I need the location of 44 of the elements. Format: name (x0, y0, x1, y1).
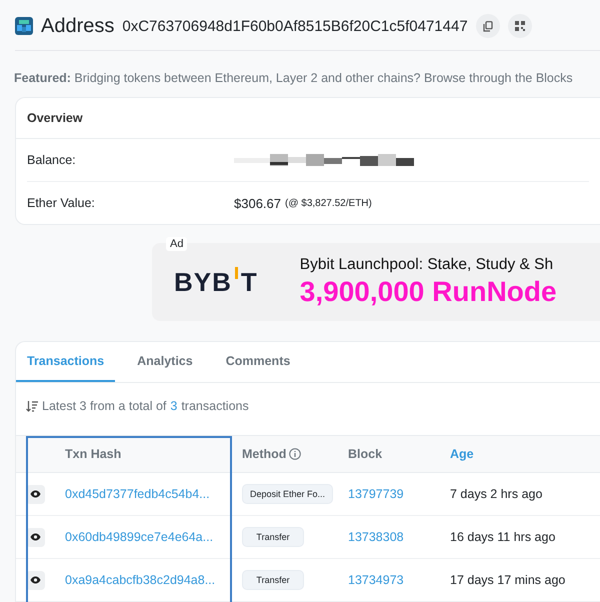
ether-value: $306.67 (234, 196, 281, 210)
column-header: Block (348, 447, 382, 461)
eye-icon (30, 576, 41, 584)
ad-headline: Bybit Launchpool: Stake, Study & Sh (300, 256, 554, 274)
ad-logo: BYB T (174, 266, 258, 298)
copy-icon (482, 20, 493, 32)
method-tag: Transfer (242, 570, 304, 590)
summary-text: Latest 3 from a total of (42, 399, 166, 413)
age-text: 7 days 2 hrs ago (450, 487, 542, 501)
column-header[interactable]: Age (450, 447, 474, 461)
block-link[interactable]: 13734973 (348, 573, 404, 587)
eye-icon (30, 490, 41, 498)
count-link[interactable]: 3 (170, 399, 178, 413)
featured-notice: Featured: Bridging tokens between Ethereum, Layer 2 and other chains? Browse through the Blocks (14, 71, 574, 87)
ad-amount: 3,900,000 RunNode (300, 276, 557, 308)
copy-button[interactable] (476, 14, 500, 38)
ether-price-note: (@ $3,827.52/ETH) (285, 198, 372, 208)
txn-hash-link[interactable]: 0xd45d7377fedb4c54b4... (65, 487, 210, 501)
overview-title: Overview (16, 98, 600, 139)
qr-code-button[interactable] (508, 14, 532, 38)
method-tag: Deposit Ether Fo... (242, 484, 334, 504)
address-text: 0xC763706948d1F60b0Af8515B6f20C1c5f0471447 (122, 18, 468, 34)
column-header: Txn Hash (65, 447, 122, 461)
txn-hash-link[interactable]: 0xa9a4cabcfb38c2d94a8... (65, 573, 216, 587)
field-label: Balance: (27, 153, 77, 167)
ad-label: Ad (166, 237, 188, 251)
tab[interactable]: Transactions (16, 342, 116, 382)
txn-hash-link[interactable]: 0x60db49899ce7e4e64a... (65, 530, 214, 544)
page-title: Address (41, 14, 114, 38)
column-header: Method (242, 447, 286, 461)
block-link[interactable]: 13797739 (348, 487, 404, 501)
qr-code-icon (514, 21, 525, 31)
eye-icon (30, 533, 41, 541)
identicon-icon (15, 17, 33, 35)
field-label: Ether Value: (27, 196, 96, 210)
age-text: 16 days 11 hrs ago (450, 530, 556, 544)
block-link[interactable]: 13738308 (348, 530, 404, 544)
tab[interactable]: Comments (214, 342, 302, 382)
method-tag: Transfer (242, 527, 304, 547)
info-icon (289, 448, 302, 460)
age-text: 17 days 17 mins ago (450, 573, 566, 587)
tab[interactable]: Analytics (126, 342, 204, 382)
sort-icon (26, 400, 38, 412)
summary-suffix: transactions (181, 399, 249, 413)
